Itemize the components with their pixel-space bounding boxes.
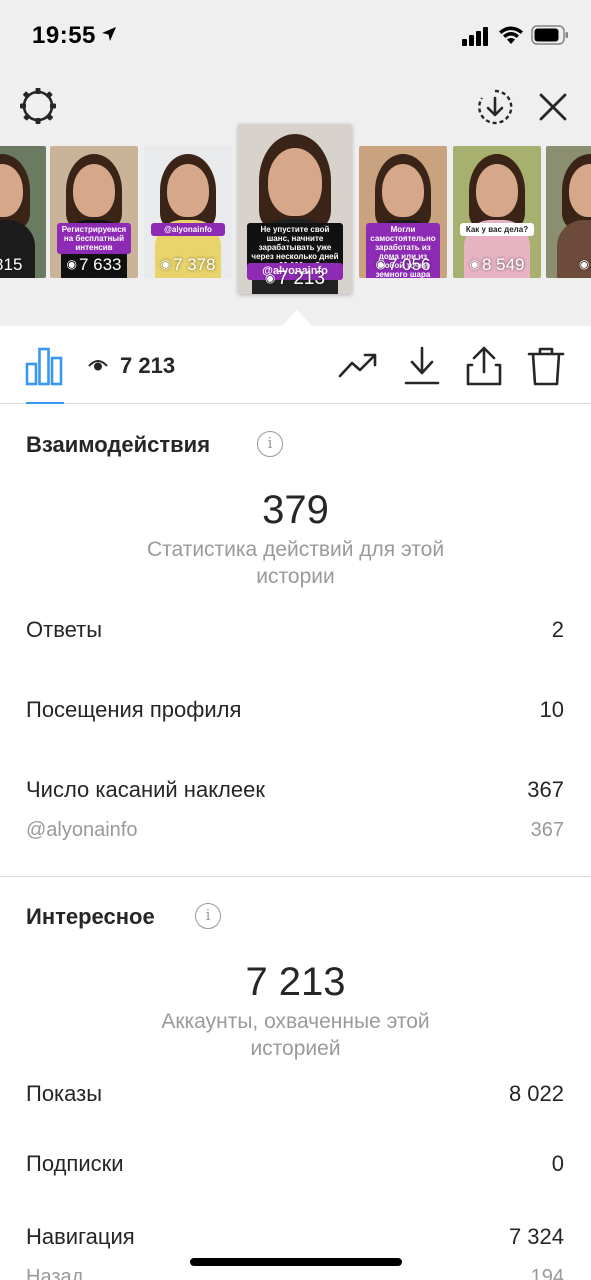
row-label-replies: Ответы (26, 617, 103, 642)
story-view-count: ◉8 (546, 255, 591, 275)
download-icon[interactable] (402, 346, 442, 386)
eye-icon: ◉ (579, 257, 590, 271)
section-divider (0, 876, 591, 877)
story-thumbnail[interactable]: Как у вас дела? ◉ 8 549 (453, 146, 541, 278)
story-view-count: ◉815 (0, 255, 46, 275)
story-view-number: 7 056 (387, 255, 431, 274)
eye-icon: ◉ (375, 257, 386, 271)
row-value-navigation: 7 324 (508, 1224, 564, 1249)
section-title-discovery: Интересное (26, 904, 155, 929)
story-thumbnail[interactable]: ◉815 (0, 146, 46, 278)
story-sticker-text: Регистрируемся на бесплатный интенсив (57, 222, 131, 255)
insights-chart-icon[interactable] (24, 346, 64, 386)
row-label-mention-sticker: @alyonainfo (26, 819, 138, 841)
eye-icon: ◉ (264, 271, 276, 285)
selected-story-pointer (282, 310, 312, 326)
row-label-profile-visits: Посещения профиля (26, 697, 242, 722)
home-indicator[interactable] (190, 1258, 402, 1266)
story-thumbnail[interactable]: Регистрируемся на бесплатный интенсив ◉ 7 … (50, 146, 138, 278)
story-thumbnail[interactable]: ◉8 (546, 146, 591, 278)
settings-gear-icon[interactable] (18, 86, 58, 126)
discovery-caption: Аккаунты, охваченные этой историей (161, 1010, 430, 1060)
interactions-caption: Статистика действий для этой истории (146, 538, 445, 588)
interactions-total: 379 (262, 488, 329, 532)
discovery-total: 7 213 (245, 960, 346, 1004)
story-thumbnails: ◉815Регистрируемся на бесплатный интенси… (0, 124, 591, 304)
promote-trend-icon[interactable] (338, 346, 378, 386)
eye-icon: ◉ (160, 257, 171, 271)
row-value-back: 194 (530, 1266, 564, 1280)
row-value-impressions: 8 022 (508, 1081, 564, 1106)
story-view-number: 7 633 (78, 255, 122, 274)
row-value-replies: 2 (551, 617, 564, 642)
row-label-impressions: Показы (26, 1081, 103, 1106)
info-icon[interactable]: i (257, 431, 283, 457)
view-count: 7 213 (120, 353, 176, 378)
story-thumbnail[interactable]: Могли самостоятельно заработать из дома … (359, 146, 447, 278)
row-label-sticker-taps: Число касаний наклеек (26, 777, 265, 802)
row-value-profile-visits: 10 (539, 697, 564, 722)
active-tab-indicator (26, 402, 64, 404)
wifi-icon (499, 26, 523, 44)
cellular-signal-icon (462, 27, 488, 46)
row-label-navigation: Навигация (26, 1224, 135, 1249)
story-thumbnail[interactable]: Не упустите свой шанс, начните зарабатыв… (238, 124, 352, 294)
story-view-count: ◉ 7 213 (238, 268, 352, 290)
story-view-count: ◉ 8 549 (453, 255, 541, 275)
location-arrow-icon (102, 27, 116, 41)
row-value-sticker-taps: 367 (527, 777, 564, 802)
battery-icon (531, 25, 568, 45)
story-action-bar: 7 213 (0, 326, 591, 404)
eye-icon: ◉ (469, 257, 480, 271)
row-label-back: Назад (26, 1266, 84, 1280)
close-icon[interactable] (536, 90, 570, 124)
story-view-count: ◉ 7 378 (144, 255, 232, 275)
row-label-follows: Подписки (26, 1151, 124, 1176)
story-sticker-text: @alyonainfo (151, 222, 225, 236)
row-value-mention-sticker: 367 (530, 819, 564, 841)
story-thumbnail[interactable]: @alyonainfo ◉ 7 378 (144, 146, 232, 278)
row-value-follows: 0 (551, 1151, 564, 1176)
story-view-number: 7 213 (277, 268, 326, 289)
story-header: ◉815Регистрируемся на бесплатный интенси… (0, 70, 591, 326)
share-icon[interactable] (464, 346, 504, 386)
status-bar: 19:55 (0, 0, 591, 70)
views-eye-icon (88, 360, 108, 371)
save-story-icon[interactable] (476, 88, 514, 126)
story-view-number: 7 378 (172, 255, 216, 274)
eye-icon: ◉ (66, 257, 77, 271)
trash-icon[interactable] (526, 346, 566, 386)
info-icon[interactable]: i (195, 903, 221, 929)
story-view-number: 8 549 (481, 255, 525, 274)
story-sticker-text: Как у вас дела? (460, 222, 534, 236)
story-view-count: ◉ 7 633 (50, 255, 138, 275)
story-view-count: ◉ 7 056 (359, 255, 447, 275)
status-time: 19:55 (32, 22, 96, 49)
story-view-number: 815 (0, 255, 23, 274)
section-title-interactions: Взаимодействия (26, 432, 211, 457)
